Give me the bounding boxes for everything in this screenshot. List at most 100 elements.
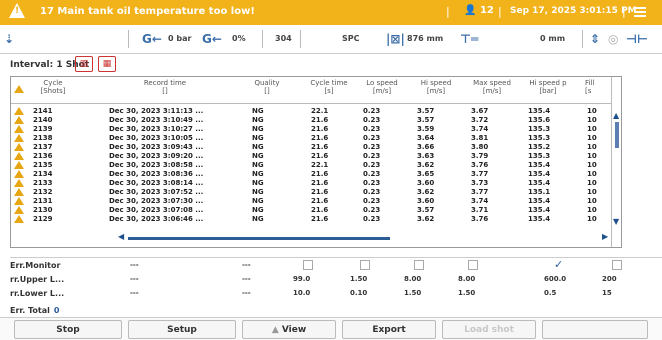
- limit-value: ---: [242, 261, 251, 269]
- monitor-checkbox[interactable]: [303, 260, 313, 270]
- table-cell: NG: [252, 215, 264, 223]
- chart-icon[interactable]: ▥: [75, 56, 93, 72]
- col-lo-speed[interactable]: Lo speed [m/s]: [359, 79, 405, 95]
- table-row[interactable]: 2137 Dec 30, 2023 3:09:43 ... NG 21.6 0.23 3.…: [11, 143, 611, 151]
- table-cell: Dec 30, 2023 3:07:08 ...: [109, 206, 204, 214]
- table-row[interactable]: 2133 Dec 30, 2023 3:08:14 ... NG 21.6 0.23 3.…: [11, 179, 611, 187]
- table-row[interactable]: 2138 Dec 30, 2023 3:10:05 ... NG 21.6 0.23 3.…: [11, 134, 611, 142]
- col-fill[interactable]: Fill [s: [585, 79, 611, 95]
- scroll-right-icon[interactable]: ▶: [602, 232, 608, 241]
- table-row[interactable]: 2129 Dec 30, 2023 3:06:46 ... NG 21.6 0.23 3.…: [11, 215, 611, 223]
- col-hi-speed[interactable]: Hi speed [m/s]: [413, 79, 459, 95]
- table-row[interactable]: 2136 Dec 30, 2023 3:09:20 ... NG 21.6 0.23 3.…: [11, 152, 611, 160]
- table-cell: NG: [252, 206, 264, 214]
- settings-icon[interactable]: ◎: [608, 32, 618, 46]
- col-max-speed[interactable]: Max speed [m/s]: [467, 79, 517, 95]
- table-cell: 10: [587, 170, 597, 178]
- limit-value[interactable]: 10.0: [293, 289, 310, 297]
- table-cell: 3.77: [471, 170, 489, 178]
- limit-value[interactable]: 1.50: [404, 289, 421, 297]
- table-row[interactable]: 2132 Dec 30, 2023 3:07:52 ... NG 21.6 0.23 3.…: [11, 188, 611, 196]
- scroll-up-icon[interactable]: ▲: [613, 111, 619, 120]
- table-row[interactable]: 2135 Dec 30, 2023 3:08:58 ... NG 22.1 0.23 3.…: [11, 161, 611, 169]
- table-cell: NG: [252, 179, 264, 187]
- status-toolbar: ⇣ G← 0 bar G← 0% 304 SPC |⊠| 876 mm ⊤═ 0…: [0, 26, 662, 54]
- table-cell: 3.62: [417, 161, 435, 169]
- limit-value: ---: [130, 261, 139, 269]
- scroll-left-icon[interactable]: ◀: [118, 232, 124, 241]
- limit-value[interactable]: 8.00: [458, 275, 475, 283]
- col-hi-speed-p[interactable]: Hi speed p [bar]: [521, 79, 575, 95]
- monitor-checkbox-checked[interactable]: ✓: [554, 259, 564, 270]
- warning-icon: [14, 206, 24, 214]
- limit-value: ---: [242, 275, 251, 283]
- core-icon[interactable]: ⊣⊢: [626, 32, 648, 46]
- table-cell: 21.6: [311, 179, 329, 187]
- monitor-checkbox[interactable]: [612, 260, 622, 270]
- setup-button[interactable]: Setup: [128, 320, 236, 339]
- col-cycle-time[interactable]: Cycle time [s]: [306, 79, 352, 95]
- nozzle-icon[interactable]: ⇕: [590, 32, 600, 46]
- view-button[interactable]: ▲ View: [242, 320, 336, 339]
- col-quality[interactable]: Quality[]: [247, 79, 287, 95]
- table-row[interactable]: 2140 Dec 30, 2023 3:10:49 ... NG 21.6 0.23 3.…: [11, 116, 611, 124]
- limit-value[interactable]: 0.10: [350, 289, 367, 297]
- table-icon[interactable]: ▦: [98, 56, 116, 72]
- table-cell: 3.60: [417, 179, 435, 187]
- table-cell: 21.6: [311, 152, 329, 160]
- limit-value[interactable]: 600.0: [544, 275, 566, 283]
- injection-icon[interactable]: ⇣: [4, 32, 14, 46]
- limit-value[interactable]: 15: [602, 289, 612, 297]
- table-cell: 3.76: [471, 215, 489, 223]
- monitor-checkbox[interactable]: [414, 260, 424, 270]
- percent-value: 0%: [232, 34, 246, 43]
- stop-button[interactable]: Stop: [14, 320, 122, 339]
- limit-value[interactable]: 99.0: [293, 275, 310, 283]
- scroll-thumb[interactable]: [128, 237, 390, 240]
- table-cell: NG: [252, 107, 264, 115]
- divider: [300, 30, 301, 48]
- limit-label: rr.Lower L...: [10, 289, 65, 298]
- limit-value[interactable]: 1.50: [350, 275, 367, 283]
- error-total: Err. Total 0: [10, 306, 60, 315]
- table-cell: Dec 30, 2023 3:08:58 ...: [109, 161, 204, 169]
- user-count: 12: [479, 5, 494, 16]
- table-cell: Dec 30, 2023 3:10:49 ...: [109, 116, 204, 124]
- menu-icon[interactable]: [634, 7, 646, 17]
- table-row[interactable]: 2131 Dec 30, 2023 3:07:30 ... NG 21.6 0.23 3.…: [11, 197, 611, 205]
- limit-value[interactable]: 1.50: [458, 289, 475, 297]
- limit-value[interactable]: 8.00: [404, 275, 421, 283]
- table-cell: Dec 30, 2023 3:11:13 ...: [109, 107, 204, 115]
- table-cell: 2132: [33, 188, 53, 196]
- table-cell: Dec 30, 2023 3:07:52 ...: [109, 188, 204, 196]
- scroll-thumb[interactable]: [615, 122, 619, 148]
- limit-value[interactable]: 0.5: [544, 289, 556, 297]
- alarm-bar[interactable]: ! 17 Main tank oil temperature too low! …: [0, 0, 662, 25]
- monitor-checkbox[interactable]: [360, 260, 370, 270]
- col-cycle[interactable]: Cycle [Shots]: [33, 79, 73, 95]
- shot-data-table[interactable]: Cycle [Shots] Record time[] Quality[] Cyc…: [10, 76, 622, 248]
- table-cell: 3.57: [417, 206, 435, 214]
- load-shot-button[interactable]: Load shot: [442, 320, 536, 339]
- warning-icon: [14, 85, 24, 93]
- datetime: Sep 17, 2025 3:01:15 PM: [510, 6, 637, 16]
- table-cell: NG: [252, 197, 264, 205]
- table-row[interactable]: 2130 Dec 30, 2023 3:07:08 ... NG 21.6 0.23 3.…: [11, 206, 611, 214]
- table-cell: 3.71: [471, 206, 489, 214]
- table-row[interactable]: 2134 Dec 30, 2023 3:08:36 ... NG 21.6 0.23 3.…: [11, 170, 611, 178]
- table-row[interactable]: 2139 Dec 30, 2023 3:10:27 ... NG 21.6 0.23 3.…: [11, 125, 611, 133]
- user-indicator[interactable]: 👤 12: [464, 5, 494, 16]
- col-record-time[interactable]: Record time[]: [109, 79, 221, 95]
- vertical-scrollbar[interactable]: ▲ ▼: [611, 77, 621, 247]
- limit-value[interactable]: 200: [602, 275, 617, 283]
- monitor-checkbox[interactable]: [468, 260, 478, 270]
- scroll-down-icon[interactable]: ▼: [613, 217, 619, 226]
- pressure-value: 0 bar: [168, 34, 192, 43]
- export-button[interactable]: Export: [342, 320, 436, 339]
- table-cell: NG: [252, 134, 264, 142]
- empty-button[interactable]: [542, 320, 648, 339]
- horizontal-scrollbar[interactable]: ◀ ▶: [116, 232, 612, 243]
- table-cell: 21.6: [311, 125, 329, 133]
- table-row[interactable]: 2141 Dec 30, 2023 3:11:13 ... NG 22.1 0.23 3.…: [11, 107, 611, 115]
- mold-icon: |⊠|: [386, 32, 405, 46]
